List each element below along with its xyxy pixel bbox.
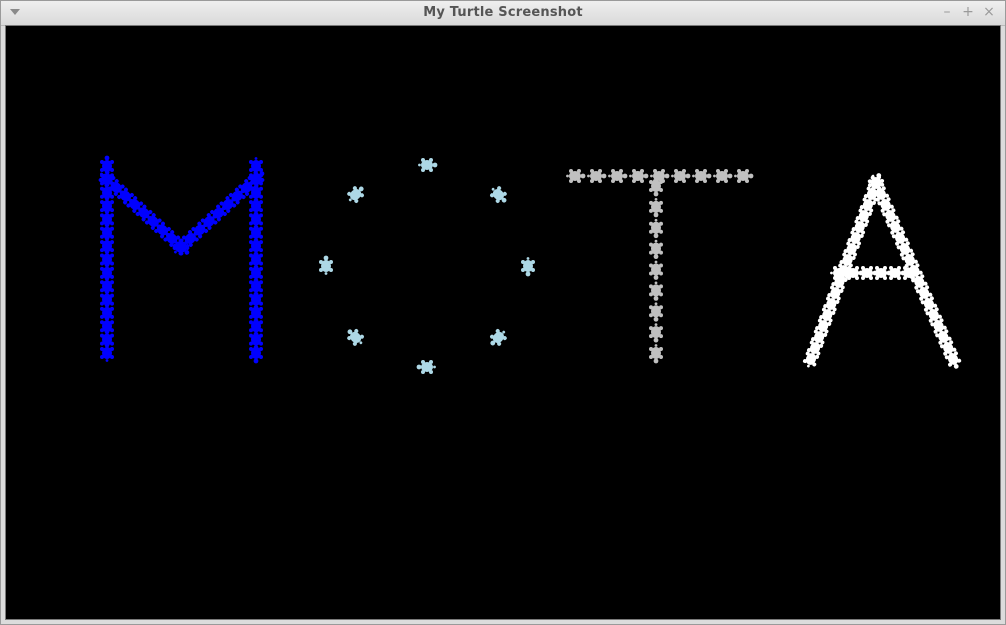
turtle-drawing: [98, 155, 962, 374]
letter-o-turtle: [319, 255, 333, 275]
letter-o-turtle: [347, 329, 364, 346]
turtle-window: My Turtle Screenshot – + ×: [0, 0, 1006, 625]
letter-o-turtle: [416, 360, 436, 374]
letter-t-turtle: [713, 169, 733, 183]
letter-t-turtle: [649, 302, 663, 322]
letter-o-turtle: [490, 329, 507, 346]
letter-o-turtle: [347, 186, 364, 203]
close-button[interactable]: ×: [981, 4, 997, 20]
minimize-button[interactable]: –: [939, 4, 955, 20]
window-title: My Turtle Screenshot: [423, 5, 583, 20]
letter-t-turtle: [649, 239, 663, 260]
letter-t-turtle: [649, 323, 663, 343]
letter-o-turtle: [490, 186, 507, 203]
letter-o-turtle: [521, 257, 535, 277]
title-bar[interactable]: My Turtle Screenshot – + ×: [1, 1, 1005, 26]
letter-t-turtle: [629, 169, 649, 183]
letter-t-turtle: [649, 281, 663, 301]
letter-t-turtle: [566, 169, 586, 183]
letter-t-turtle: [649, 218, 663, 239]
letter-t-turtle: [692, 169, 712, 183]
letter-t-turtle: [671, 169, 691, 183]
maximize-button[interactable]: +: [960, 4, 976, 20]
letter-o-turtle: [418, 158, 438, 172]
letter-t-turtle: [649, 197, 663, 218]
letter-t-turtle: [734, 169, 754, 183]
letter-t-turtle: [649, 344, 663, 364]
letter-t-turtle: [649, 260, 663, 280]
turtle-canvas: [5, 25, 1001, 620]
letter-t-turtle: [587, 169, 607, 183]
letter-t-turtle: [608, 169, 628, 183]
